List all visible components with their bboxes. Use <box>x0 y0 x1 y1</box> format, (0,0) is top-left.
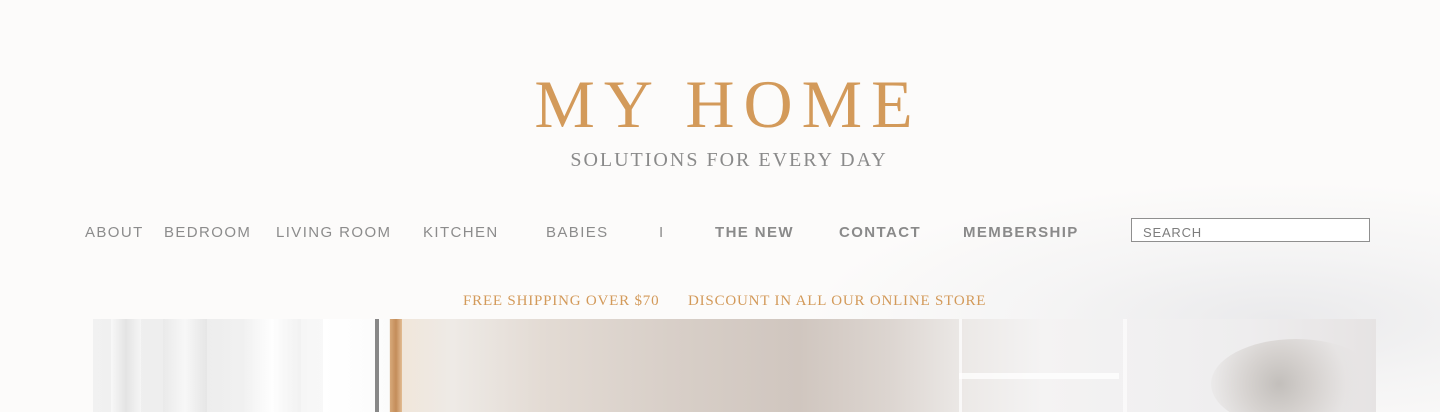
nav-item-babies[interactable]: BABIES <box>546 224 609 242</box>
nav-item-kitchen[interactable]: KITCHEN <box>423 224 499 242</box>
hero-curtain <box>163 319 207 412</box>
hero-window-frame-right <box>959 319 1122 412</box>
nav-item-i[interactable]: I <box>659 224 665 242</box>
hero-dried-flowers <box>1211 339 1376 412</box>
nav-item-bedroom[interactable]: BEDROOM <box>164 224 251 242</box>
search-box <box>1131 218 1370 242</box>
nav-item-membership[interactable]: MEMBERSHIP <box>963 224 1079 242</box>
search-input[interactable] <box>1132 219 1369 241</box>
nav-item-contact[interactable]: CONTACT <box>839 224 921 242</box>
hero-window-edge <box>375 319 379 412</box>
hero-window-post <box>1123 319 1127 412</box>
promo-shipping: FREE SHIPPING OVER $70 <box>463 293 660 309</box>
nav-item-about[interactable]: ABOUT <box>85 224 144 242</box>
hero-curtain <box>111 319 141 412</box>
hero-curtain <box>243 319 301 412</box>
nav-item-living-room[interactable]: LIVING ROOM <box>276 224 391 242</box>
hero-window-crossbar <box>959 373 1119 379</box>
promo-discount: DISCOUNT IN ALL OUR ONLINE STORE <box>688 293 987 309</box>
site-tagline: SOLUTIONS FOR EVERY DAY <box>570 149 888 171</box>
hero-window-frame <box>390 319 402 412</box>
hero-image <box>93 319 1376 412</box>
nav-item-the-new[interactable]: THE NEW <box>715 224 794 242</box>
site-logo[interactable]: MY HOME <box>0 64 1440 144</box>
hero-window-light <box>323 319 389 412</box>
